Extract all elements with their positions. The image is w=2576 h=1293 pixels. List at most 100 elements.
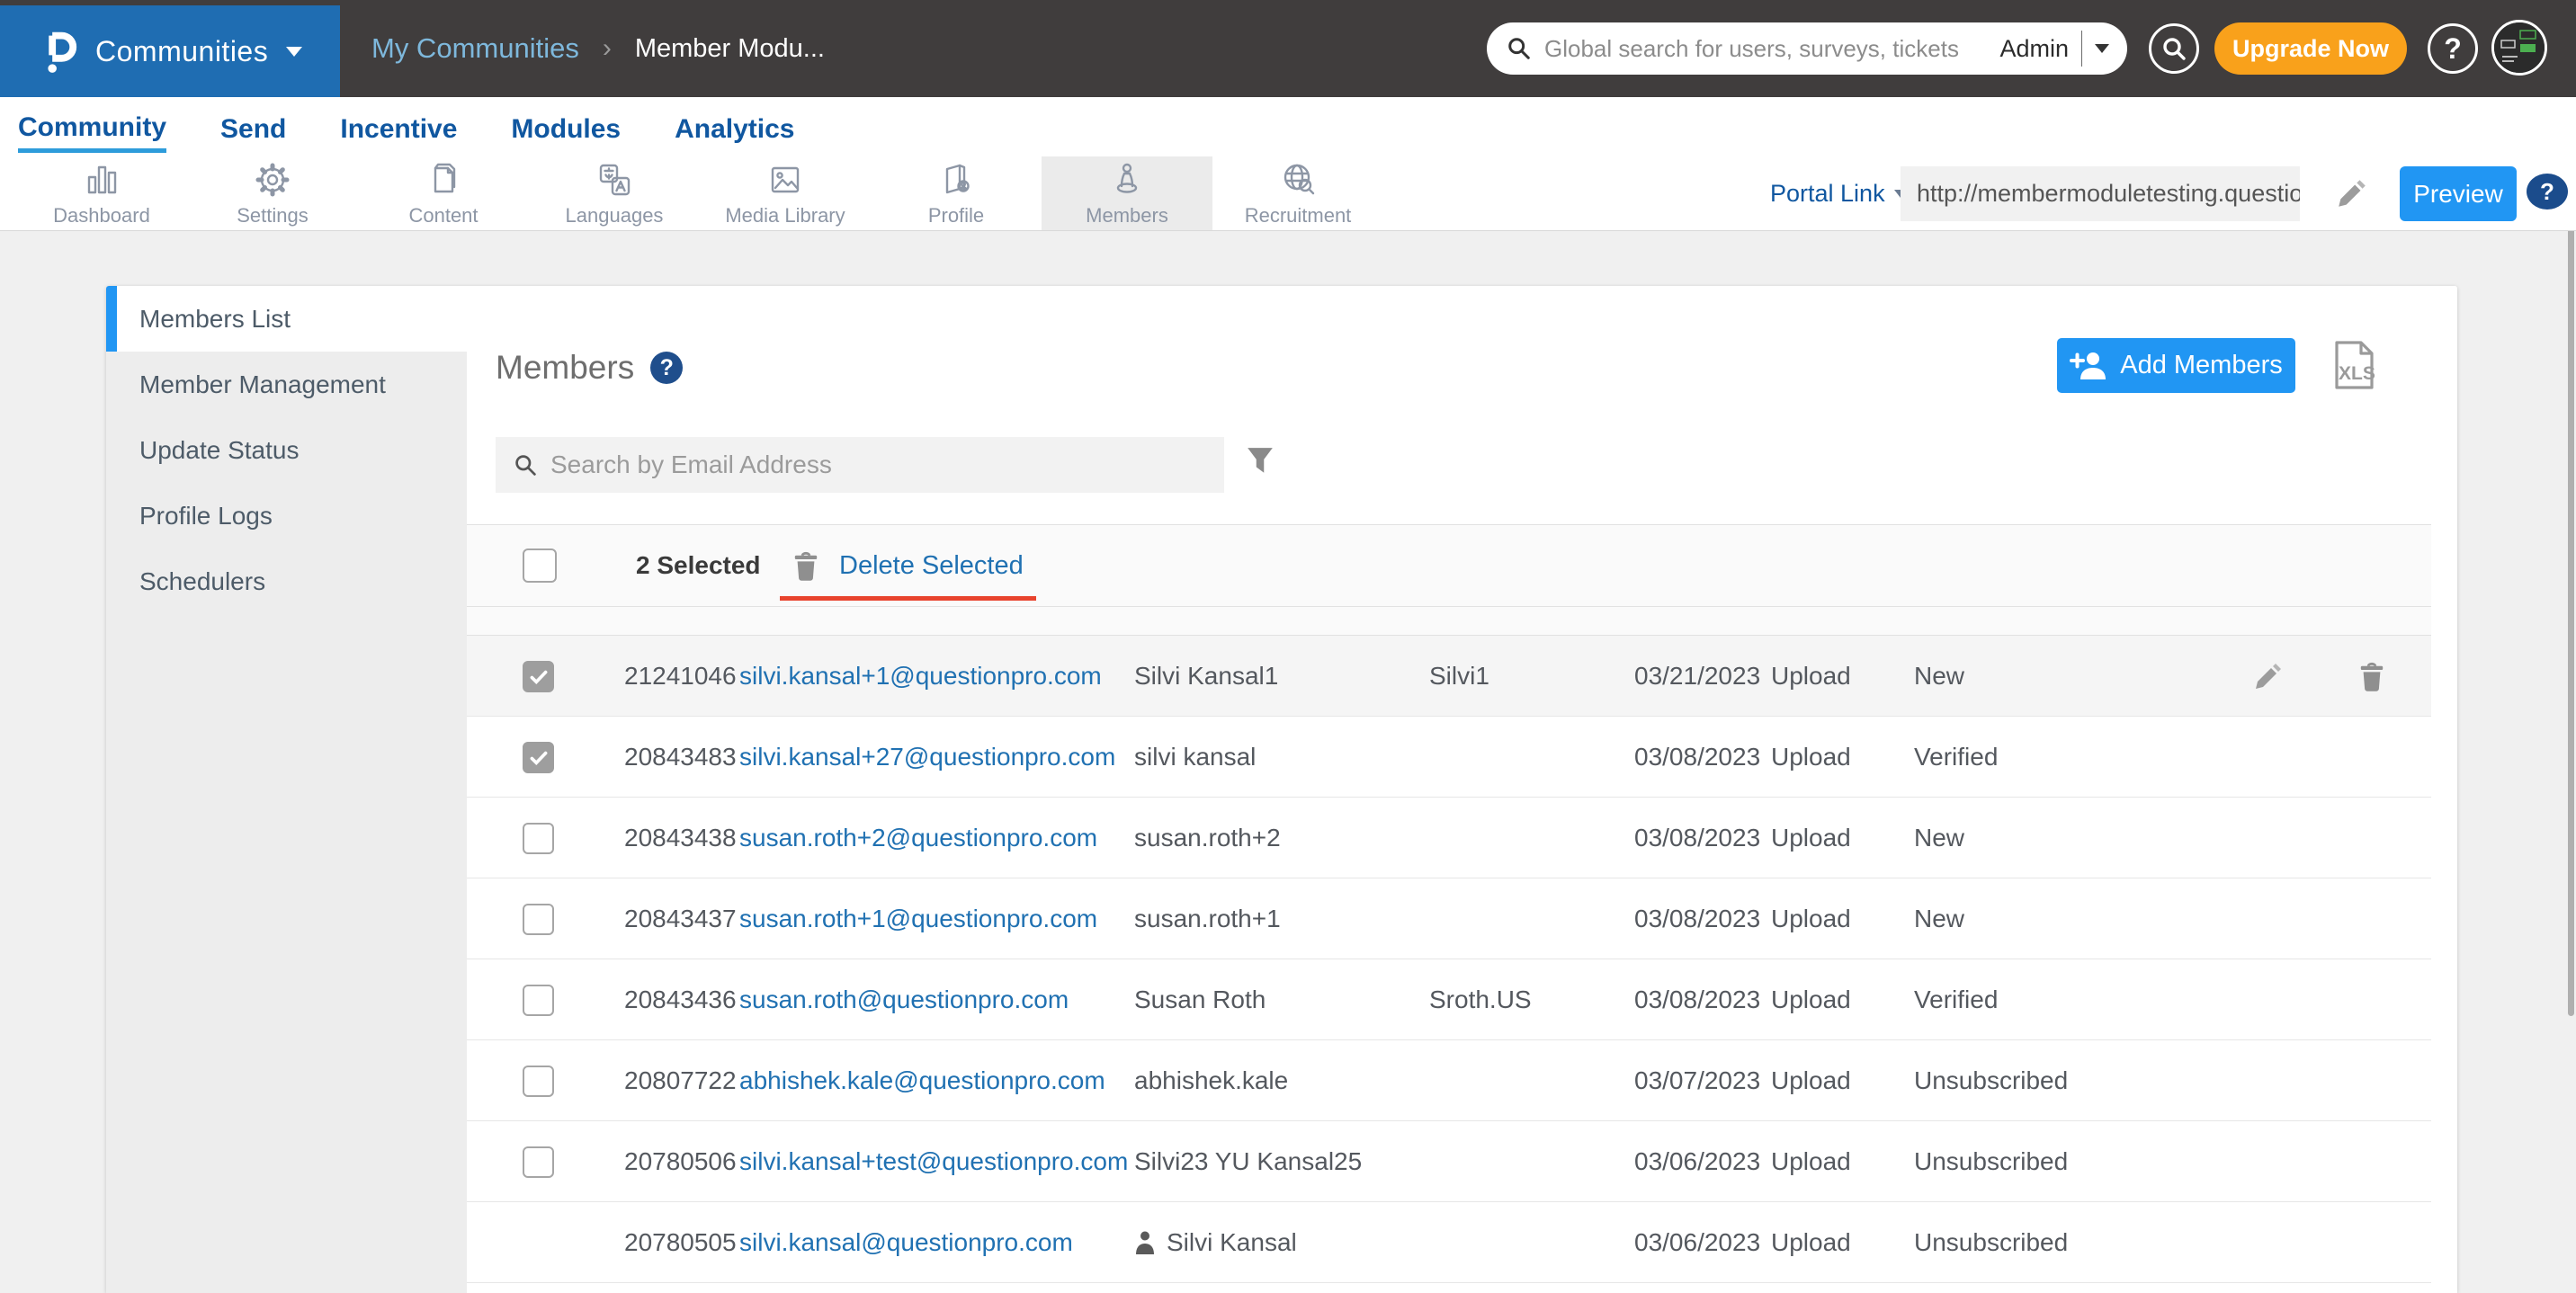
sidebar-item-member-management[interactable]: Member Management [106, 352, 467, 417]
member-status: Verified [1914, 717, 1998, 797]
edit-member-button[interactable] [2252, 660, 2285, 692]
row-checkbox[interactable] [523, 904, 554, 935]
member-source: Upload [1771, 1202, 1851, 1282]
module-toolbar: Dashboard Settings Content [0, 156, 2576, 231]
portal-link-dropdown[interactable]: Portal Link [1770, 156, 1907, 230]
tab-modules[interactable]: Modules [511, 103, 621, 150]
member-source: Upload [1771, 1040, 1851, 1120]
top-header-bar: Communities My Communities › Member Modu… [0, 0, 2576, 97]
toolbar-item-members[interactable]: Members [1042, 156, 1212, 230]
sidebar-item-profile-logs[interactable]: Profile Logs [106, 483, 467, 548]
filter-funnel-icon[interactable] [1246, 446, 1275, 477]
translate-icon [595, 160, 634, 200]
members-main-panel: Members ? Add Members XLS 2 Selected [467, 286, 2457, 1293]
member-source: Upload [1771, 959, 1851, 1039]
portal-help-icon[interactable]: ? [2527, 174, 2568, 210]
sidebar-item-schedulers[interactable]: Schedulers [106, 548, 467, 614]
members-sidebar: Members List Member Management Update St… [106, 286, 467, 1293]
member-email-link[interactable]: silvi.kansal+test@questionpro.com [739, 1121, 1128, 1201]
global-search-input[interactable] [1544, 35, 1987, 63]
tab-analytics[interactable]: Analytics [675, 103, 794, 150]
table-row: 20780506 silvi.kansal+test@questionpro.c… [467, 1121, 2431, 1202]
selection-toolbar: 2 Selected Delete Selected [467, 524, 2431, 607]
search-scope-dropdown-icon[interactable] [2095, 44, 2109, 53]
members-help-icon[interactable]: ? [650, 352, 683, 384]
row-checkbox[interactable] [523, 823, 554, 854]
members-card: Members List Member Management Update St… [106, 286, 2457, 1293]
member-source: Upload [1771, 798, 1851, 878]
portal-url-field[interactable] [1901, 166, 2300, 221]
member-search-input[interactable] [550, 450, 1224, 479]
member-status: Unsubscribed [1914, 1121, 2068, 1201]
toolbar-item-languages[interactable]: Languages [529, 156, 700, 230]
toolbar-item-profile[interactable]: Profile [871, 156, 1042, 230]
breadcrumb-parent-link[interactable]: My Communities [371, 32, 579, 65]
row-checkbox[interactable] [523, 1066, 554, 1097]
toolbar-item-media-library[interactable]: Media Library [700, 156, 871, 230]
xls-file-icon[interactable]: XLS [2330, 340, 2377, 390]
member-date: 03/08/2023 [1634, 878, 1760, 959]
member-status: Unsubscribed [1914, 1040, 2068, 1120]
global-search[interactable]: Admin [1487, 22, 2127, 75]
toolbar-item-dashboard[interactable]: Dashboard [16, 156, 187, 230]
table-row: 20843437 susan.roth+1@questionpro.com su… [467, 878, 2431, 959]
document-icon [424, 160, 463, 200]
member-first-name: silvi kansal [1134, 717, 1256, 797]
delete-selected-button[interactable]: Delete Selected [780, 525, 1036, 606]
add-members-button[interactable]: Add Members [2057, 338, 2295, 393]
member-first-name: Silvi23 YU Kansal25 [1134, 1121, 1362, 1201]
member-source: Upload [1771, 1121, 1851, 1201]
person-icon [1107, 160, 1147, 200]
row-checkbox[interactable] [523, 742, 554, 773]
member-last-name: Silvi1 [1429, 636, 1489, 716]
member-first-name: susan.roth+1 [1134, 878, 1281, 959]
member-email-link[interactable]: silvi.kansal@questionpro.com [739, 1202, 1073, 1282]
avatar[interactable] [2491, 20, 2547, 76]
member-first-name: Susan Roth [1134, 959, 1266, 1039]
member-email-link[interactable]: susan.roth+2@questionpro.com [739, 798, 1097, 878]
profile-folder-icon [936, 160, 976, 200]
person-plus-icon [2070, 351, 2107, 381]
help-button[interactable]: ? [2428, 23, 2478, 74]
tab-community[interactable]: Community [18, 102, 166, 153]
tab-send[interactable]: Send [220, 103, 286, 150]
tab-incentive[interactable]: Incentive [340, 103, 457, 150]
member-date: 03/07/2023 [1634, 1040, 1760, 1120]
product-name: Communities [95, 35, 268, 68]
preview-button[interactable]: Preview [2400, 166, 2517, 221]
sidebar-item-members-list[interactable]: Members List [106, 286, 467, 352]
globe-search-icon [1278, 160, 1318, 200]
member-date: 03/06/2023 [1634, 1121, 1760, 1201]
row-checkbox[interactable] [523, 985, 554, 1016]
edit-portal-url-button[interactable] [2335, 176, 2369, 210]
search-scope-label[interactable]: Admin [1999, 35, 2069, 63]
header-search-button[interactable] [2149, 23, 2199, 74]
delete-member-button[interactable] [2358, 661, 2385, 691]
window-scrollbar[interactable] [2568, 162, 2574, 1016]
member-email-link[interactable]: susan.roth+1@questionpro.com [739, 878, 1097, 959]
member-id: 20843437 [624, 878, 737, 959]
product-switcher[interactable]: Communities [0, 5, 340, 97]
member-email-link[interactable]: silvi.kansal+1@questionpro.com [739, 636, 1102, 716]
table-row: 20843438 susan.roth+2@questionpro.com su… [467, 798, 2431, 878]
member-id: 20843436 [624, 959, 737, 1039]
upgrade-now-button[interactable]: Upgrade Now [2214, 22, 2407, 75]
toolbar-item-recruitment[interactable]: Recruitment [1212, 156, 1383, 230]
member-source: Upload [1771, 636, 1851, 716]
member-source: Upload [1771, 717, 1851, 797]
member-id: 20843483 [624, 717, 737, 797]
select-all-checkbox[interactable] [523, 548, 557, 583]
row-checkbox[interactable] [523, 661, 554, 692]
member-status: New [1914, 636, 1964, 716]
toolbar-item-content[interactable]: Content [358, 156, 529, 230]
member-email-link[interactable]: silvi.kansal+27@questionpro.com [739, 717, 1115, 797]
member-status: Verified [1914, 959, 1998, 1039]
row-checkbox[interactable] [523, 1146, 554, 1178]
member-email-link[interactable]: susan.roth@questionpro.com [739, 959, 1069, 1039]
svg-text:XLS: XLS [2339, 363, 2375, 384]
sidebar-item-update-status[interactable]: Update Status [106, 417, 467, 483]
person-icon [1134, 1230, 1156, 1255]
member-email-link[interactable]: abhishek.kale@questionpro.com [739, 1040, 1105, 1120]
member-id: 20807722 [624, 1040, 737, 1120]
toolbar-item-settings[interactable]: Settings [187, 156, 358, 230]
